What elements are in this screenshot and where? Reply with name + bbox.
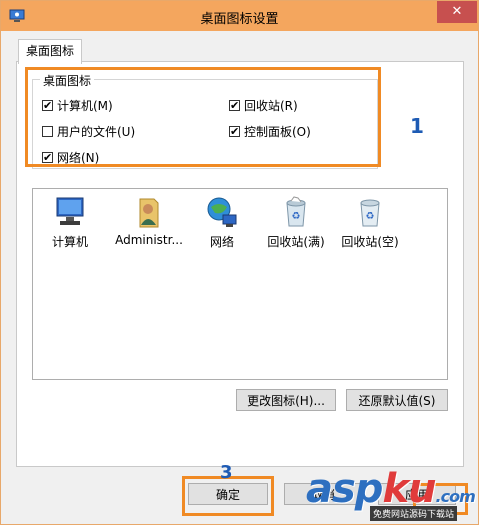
title-bar[interactable]: 桌面图标设置 ✕ [1,1,478,31]
svg-text:♻: ♻ [292,211,301,222]
checkbox-box[interactable]: ✔ [42,99,53,111]
icon-item-network[interactable]: 网络 [185,195,259,250]
icon-list[interactable]: 计算机 Administr... 网络 ♻ 回收站(满) ♻ 回收站(空) [32,188,448,380]
checkbox-label: 计算机(M) [57,98,113,113]
icon-item-user-folder[interactable]: Administr... [109,195,189,247]
checkbox-label: 回收站(R) [244,98,298,113]
icon-item-recycle-bin-full[interactable]: ♻ 回收站(满) [259,195,333,250]
icon-item-computer[interactable]: 计算机 [33,195,107,250]
annotation-number-3: 3 [220,462,233,483]
icon-item-recycle-bin-empty[interactable]: ♻ 回收站(空) [333,195,407,250]
checkbox-label: 网络(N) [57,150,100,165]
ok-button[interactable]: 确定 [188,483,268,505]
change-icon-button[interactable]: 更改图标(H)... [236,389,336,411]
recycle-bin-full-icon: ♻ [286,196,306,227]
icon-label: Administr... [115,233,183,247]
icon-label: 回收站(满) [267,235,325,249]
apply-button[interactable]: 应用 [378,483,456,505]
annotation-number-1: 1 [410,114,424,138]
restore-default-button[interactable]: 还原默认值(S) [346,389,448,411]
tab-desktop-icons[interactable]: 桌面图标 [18,39,82,64]
checkbox-box[interactable]: ✔ [42,151,53,163]
icon-label: 回收站(空) [341,235,399,249]
window-title: 桌面图标设置 [200,12,279,27]
checkbox-box[interactable] [42,125,53,137]
icon-label: 网络 [209,235,234,249]
cancel-button[interactable]: 取消 [284,483,362,505]
checkbox-box[interactable]: ✔ [229,99,240,111]
checkbox-user-files[interactable]: 用户的文件(U) [42,123,135,139]
checkbox-label: 控制面板(O) [244,124,311,139]
checkbox-control-panel[interactable]: ✔ 控制面板(O) [229,123,311,139]
checkbox-computer[interactable]: ✔ 计算机(M) [42,97,113,113]
close-button[interactable]: ✕ [437,1,477,23]
user-folder-icon [139,198,159,228]
groupbox-label: 桌面图标 [40,72,95,89]
checkbox-recycle-bin[interactable]: ✔ 回收站(R) [229,97,298,113]
checkbox-box[interactable]: ✔ [229,125,240,137]
computer-icon [56,197,84,225]
checkbox-network[interactable]: ✔ 网络(N) [42,149,99,165]
recycle-bin-empty-icon: ♻ [360,199,380,227]
svg-text:♻: ♻ [366,211,375,222]
icon-label: 计算机 [51,235,88,249]
network-icon [207,197,237,227]
checkbox-label: 用户的文件(U) [57,124,136,139]
